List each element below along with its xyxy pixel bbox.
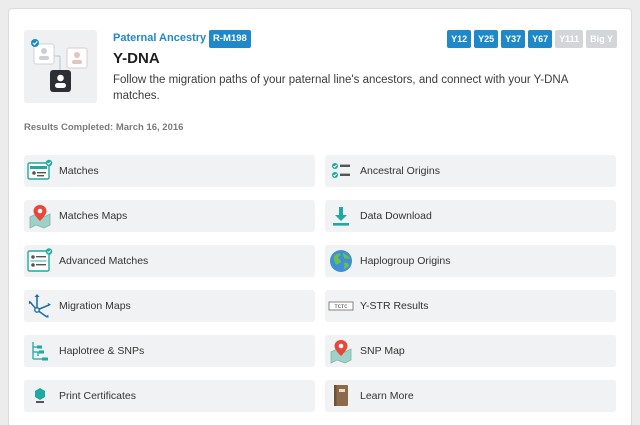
- book-icon: [327, 382, 355, 410]
- test-badge-y67[interactable]: Y67: [528, 30, 553, 48]
- migration-maps-label: Migration Maps: [59, 300, 131, 312]
- matches-maps-link[interactable]: Matches Maps: [24, 200, 315, 232]
- snp-map-link[interactable]: SNP Map: [325, 335, 616, 367]
- y-str-results-label: Y-STR Results: [360, 300, 429, 312]
- ancestral-origins-label: Ancestral Origins: [360, 165, 440, 177]
- test-badge-y12[interactable]: Y12: [447, 30, 472, 48]
- globe-icon: [327, 247, 355, 275]
- haplogroup-origins-label: Haplogroup Origins: [360, 255, 451, 267]
- test-badge-y37[interactable]: Y37: [501, 30, 526, 48]
- print-certificates-link[interactable]: Print Certificates: [24, 380, 315, 412]
- download-icon: [327, 202, 355, 230]
- haplotree-snps-link[interactable]: Haplotree & SNPs: [24, 335, 315, 367]
- advanced-matches-label: Advanced Matches: [59, 255, 149, 267]
- haplotree-snps-label: Haplotree & SNPs: [59, 345, 145, 357]
- data-download-label: Data Download: [360, 210, 432, 222]
- test-badge-y111[interactable]: Y111: [555, 30, 584, 48]
- haplogroup-badge[interactable]: R-M198: [209, 30, 251, 48]
- y-str-results-link[interactable]: TCTC Y-STR Results: [325, 290, 616, 322]
- map-pin-icon: [26, 202, 54, 230]
- data-download-link[interactable]: Data Download: [325, 200, 616, 232]
- advanced-matches-link[interactable]: Advanced Matches: [24, 245, 315, 277]
- matches-link[interactable]: Matches: [24, 155, 315, 187]
- print-certificates-label: Print Certificates: [59, 390, 137, 402]
- test-badge-y25[interactable]: Y25: [474, 30, 499, 48]
- snp-map-icon: [327, 337, 355, 365]
- ancestral-origins-link[interactable]: Ancestral Origins: [325, 155, 616, 187]
- tree-icon: [26, 337, 54, 365]
- learn-more-link[interactable]: Learn More: [325, 380, 616, 412]
- svg-text:TCTC: TCTC: [334, 303, 348, 310]
- paternal-lineage-illustration: [24, 30, 97, 103]
- migration-maps-link[interactable]: Migration Maps: [24, 290, 315, 322]
- page-description: Follow the migration paths of your pater…: [113, 74, 568, 102]
- certificate-icon: [26, 382, 54, 410]
- matches-label: Matches: [59, 165, 99, 177]
- snp-map-label: SNP Map: [360, 345, 405, 357]
- tool-links-grid: Matches Ancestral Origins Matches Maps D…: [24, 155, 616, 412]
- matches-maps-label: Matches Maps: [59, 210, 128, 222]
- y-dna-card: Paternal Ancestry R-M198 Y-DNA Follow th…: [8, 8, 632, 425]
- test-level-badges: Y12 Y25 Y37 Y67 Y111 Big Y: [447, 30, 617, 48]
- checklist-icon: [327, 157, 355, 185]
- migration-arrows-icon: [26, 292, 54, 320]
- results-completed-date: Results Completed: March 16, 2016: [24, 122, 184, 133]
- section-eyebrow: Paternal Ancestry: [113, 32, 207, 44]
- haplogroup-origins-link[interactable]: Haplogroup Origins: [325, 245, 616, 277]
- test-badge-big-y[interactable]: Big Y: [586, 30, 617, 48]
- page-title: Y-DNA: [113, 50, 160, 67]
- str-grid-icon: TCTC: [327, 292, 355, 320]
- advanced-matches-icon: [26, 247, 54, 275]
- learn-more-label: Learn More: [360, 390, 414, 402]
- matches-card-icon: [26, 157, 54, 185]
